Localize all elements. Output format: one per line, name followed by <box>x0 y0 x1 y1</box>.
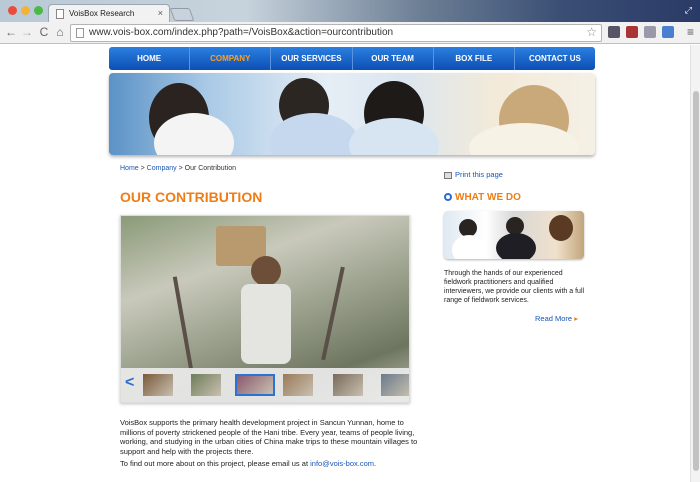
vertical-scrollbar[interactable] <box>690 45 700 482</box>
breadcrumb-company-link[interactable]: Company <box>147 165 177 172</box>
menu-icon[interactable]: ≡ <box>687 25 694 39</box>
home-icon[interactable]: ⌂ <box>53 25 67 39</box>
banner-image <box>109 73 595 155</box>
gallery-thumbnail[interactable] <box>283 374 313 396</box>
close-window-button[interactable] <box>8 6 17 15</box>
shield-icon[interactable] <box>644 26 656 38</box>
extension-icon[interactable] <box>626 26 638 38</box>
contact-suffix: . <box>374 459 377 468</box>
scrollbar-thumb[interactable] <box>693 91 699 471</box>
extension-icon[interactable] <box>608 26 620 38</box>
web-page: HOME COMPANY OUR SERVICES OUR TEAM BOX FILE C… <box>0 45 690 482</box>
breadcrumb: Home > Company > Our Contribution <box>120 165 236 172</box>
chevron-right-icon: ▸ <box>574 314 578 323</box>
gallery-prev-arrow[interactable]: < <box>125 374 134 392</box>
nav-item-company[interactable]: COMPANY <box>190 47 272 70</box>
breadcrumb-current: Our Contribution <box>184 165 236 172</box>
read-more-link[interactable]: Read More ▸ <box>535 314 578 323</box>
browser-tab[interactable]: VoisBox Research × <box>48 4 170 22</box>
contribution-description: VoisBox supports the primary health deve… <box>120 418 418 456</box>
nav-item-box-file[interactable]: BOX FILE <box>434 47 515 70</box>
gallery-thumbnail[interactable] <box>191 374 221 396</box>
gallery-thumbnail[interactable] <box>381 374 409 396</box>
breadcrumb-separator: > <box>138 165 147 172</box>
forward-arrow-icon[interactable]: → <box>20 25 34 39</box>
browser-toolbar: ← → C ⌂ www.vois-box.com/index.php?path=… <box>0 22 700 44</box>
new-tab-button[interactable] <box>169 8 195 21</box>
address-bar[interactable]: www.vois-box.com/index.php?path=/VoisBox… <box>70 24 602 42</box>
zoom-window-button[interactable] <box>34 6 43 15</box>
what-we-do-image <box>444 211 584 259</box>
extension-icon[interactable] <box>662 26 674 38</box>
minimize-window-button[interactable] <box>21 6 30 15</box>
page-icon <box>56 9 64 19</box>
nav-item-our-services[interactable]: OUR SERVICES <box>271 47 353 70</box>
breadcrumb-home-link[interactable]: Home <box>120 165 139 172</box>
thumbnail-strip: < > <box>121 368 409 402</box>
what-we-do-title: WHAT WE DO <box>455 192 521 203</box>
gallery-thumbnail[interactable] <box>143 374 173 396</box>
fullscreen-icon[interactable]: ⤢ <box>685 5 692 16</box>
circle-arrow-icon <box>444 193 452 202</box>
contact-line: To find out more about on this project, … <box>120 459 376 468</box>
contact-prefix: To find out more about on this project, … <box>120 459 311 468</box>
print-page-link[interactable]: Print this page <box>444 170 503 179</box>
main-navigation: HOME COMPANY OUR SERVICES OUR TEAM BOX FILE C… <box>109 47 595 70</box>
bookmark-star-icon[interactable]: ☆ <box>586 25 597 39</box>
gallery-thumbnail[interactable] <box>235 374 275 396</box>
url-text: www.vois-box.com/index.php?path=/VoisBox… <box>89 27 394 38</box>
back-arrow-icon[interactable]: ← <box>4 25 18 39</box>
tab-title: VoisBox Research <box>69 9 135 18</box>
nav-item-our-team[interactable]: OUR TEAM <box>353 47 434 70</box>
breadcrumb-separator: > <box>176 165 185 172</box>
what-we-do-heading: WHAT WE DO <box>444 192 521 203</box>
what-we-do-text: Through the hands of our experienced fie… <box>444 270 585 304</box>
reload-icon[interactable]: C <box>37 25 51 39</box>
printer-icon <box>444 171 452 179</box>
email-link[interactable]: info@vois-box.com <box>310 459 374 468</box>
page-info-icon <box>76 28 84 38</box>
photo-gallery: < > <box>120 215 410 403</box>
nav-item-contact-us[interactable]: CONTACT US <box>515 47 595 70</box>
print-label: Print this page <box>455 170 503 179</box>
page-title: OUR CONTRIBUTION <box>120 189 263 205</box>
read-more-label: Read More <box>535 314 573 323</box>
close-tab-icon[interactable]: × <box>158 8 163 18</box>
gallery-thumbnail[interactable] <box>333 374 363 396</box>
browser-titlebar: VoisBox Research × ⤢ <box>0 0 700 22</box>
nav-item-home[interactable]: HOME <box>109 47 191 70</box>
